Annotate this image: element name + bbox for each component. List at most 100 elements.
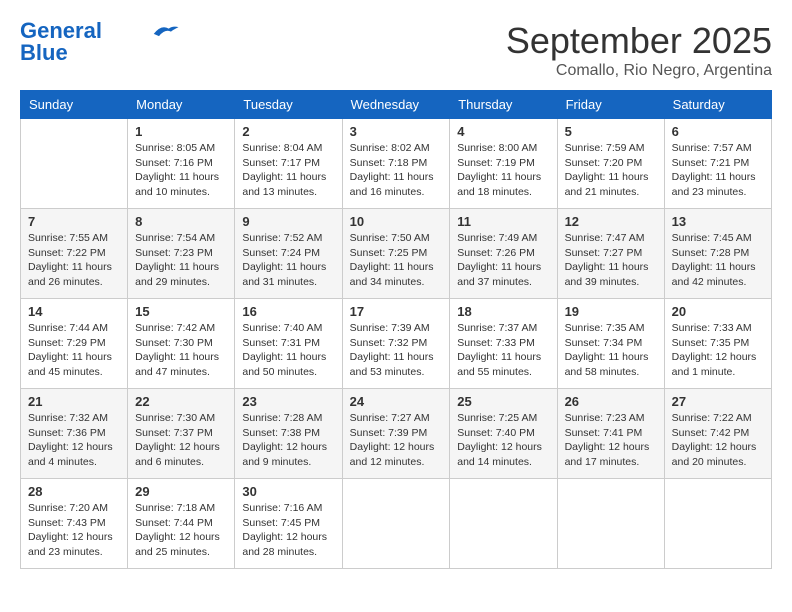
- day-info: Sunrise: 7:32 AM Sunset: 7:36 PM Dayligh…: [28, 411, 120, 470]
- day-number: 2: [242, 124, 334, 139]
- calendar-cell: 28 Sunrise: 7:20 AM Sunset: 7:43 PM Dayli…: [21, 479, 128, 569]
- calendar-cell: 7 Sunrise: 7:55 AM Sunset: 7:22 PM Daylig…: [21, 209, 128, 299]
- day-info: Sunrise: 7:47 AM Sunset: 7:27 PM Dayligh…: [565, 231, 657, 290]
- day-info: Sunrise: 7:22 AM Sunset: 7:42 PM Dayligh…: [672, 411, 764, 470]
- day-number: 30: [242, 484, 334, 499]
- day-info: Sunrise: 7:30 AM Sunset: 7:37 PM Dayligh…: [135, 411, 227, 470]
- day-info: Sunrise: 7:59 AM Sunset: 7:20 PM Dayligh…: [565, 141, 657, 200]
- calendar-header-friday: Friday: [557, 91, 664, 119]
- calendar-cell: 29Sunrise: 7:18 AM Sunset: 7:44 PM Dayli…: [128, 479, 235, 569]
- calendar-cell: 21 Sunrise: 7:32 AM Sunset: 7:36 PM Dayli…: [21, 389, 128, 479]
- logo-bird-icon: [150, 22, 180, 42]
- calendar-cell: 11 Sunrise: 7:49 AM Sunset: 7:26 PM Dayli…: [450, 209, 557, 299]
- day-number: 25: [457, 394, 549, 409]
- day-number: 8: [135, 214, 227, 229]
- day-info: Sunrise: 7:54 AM Sunset: 7:23 PM Dayligh…: [135, 231, 227, 290]
- day-number: 14: [28, 304, 120, 319]
- calendar-cell: [21, 119, 128, 209]
- calendar-week-3: 14Sunrise: 7:44 AM Sunset: 7:29 PM Dayli…: [21, 299, 772, 389]
- calendar-header-tuesday: Tuesday: [235, 91, 342, 119]
- day-number: 5: [565, 124, 657, 139]
- day-info: Sunrise: 7:25 AM Sunset: 7:40 PM Dayligh…: [457, 411, 549, 470]
- calendar-cell: [664, 479, 771, 569]
- day-number: 21: [28, 394, 120, 409]
- calendar-cell: 15 Sunrise: 7:42 AM Sunset: 7:30 PM Dayli…: [128, 299, 235, 389]
- day-info: Sunrise: 7:27 AM Sunset: 7:39 PM Dayligh…: [350, 411, 443, 470]
- calendar-cell: 20 Sunrise: 7:33 AM Sunset: 7:35 PM Dayli…: [664, 299, 771, 389]
- logo: General Blue: [20, 20, 180, 64]
- calendar-cell: 24 Sunrise: 7:27 AM Sunset: 7:39 PM Dayli…: [342, 389, 450, 479]
- day-number: 10: [350, 214, 443, 229]
- day-info: Sunrise: 7:45 AM Sunset: 7:28 PM Dayligh…: [672, 231, 764, 290]
- day-info: Sunrise: 7:40 AM Sunset: 7:31 PM Dayligh…: [242, 321, 334, 380]
- calendar-header-sunday: Sunday: [21, 91, 128, 119]
- day-number: 28: [28, 484, 120, 499]
- calendar-cell: 6Sunrise: 7:57 AM Sunset: 7:21 PM Daylig…: [664, 119, 771, 209]
- calendar-header-saturday: Saturday: [664, 91, 771, 119]
- calendar-header-row: SundayMondayTuesdayWednesdayThursdayFrid…: [21, 91, 772, 119]
- calendar-cell: 9 Sunrise: 7:52 AM Sunset: 7:24 PM Daylig…: [235, 209, 342, 299]
- calendar-cell: 26 Sunrise: 7:23 AM Sunset: 7:41 PM Dayli…: [557, 389, 664, 479]
- day-info: Sunrise: 8:05 AM Sunset: 7:16 PM Dayligh…: [135, 141, 227, 200]
- calendar-cell: 3 Sunrise: 8:02 AM Sunset: 7:18 PM Daylig…: [342, 119, 450, 209]
- calendar-week-1: 1 Sunrise: 8:05 AM Sunset: 7:16 PM Daylig…: [21, 119, 772, 209]
- logo-blue: Blue: [20, 42, 68, 64]
- calendar-table: SundayMondayTuesdayWednesdayThursdayFrid…: [20, 90, 772, 569]
- day-number: 22: [135, 394, 227, 409]
- day-number: 26: [565, 394, 657, 409]
- calendar-cell: [450, 479, 557, 569]
- calendar-cell: 1 Sunrise: 8:05 AM Sunset: 7:16 PM Daylig…: [128, 119, 235, 209]
- calendar-cell: 12 Sunrise: 7:47 AM Sunset: 7:27 PM Dayli…: [557, 209, 664, 299]
- calendar-cell: 4Sunrise: 8:00 AM Sunset: 7:19 PM Daylig…: [450, 119, 557, 209]
- day-number: 24: [350, 394, 443, 409]
- calendar-header-monday: Monday: [128, 91, 235, 119]
- day-info: Sunrise: 7:28 AM Sunset: 7:38 PM Dayligh…: [242, 411, 334, 470]
- day-number: 15: [135, 304, 227, 319]
- day-number: 13: [672, 214, 764, 229]
- calendar-cell: 25 Sunrise: 7:25 AM Sunset: 7:40 PM Dayli…: [450, 389, 557, 479]
- calendar-cell: 2 Sunrise: 8:04 AM Sunset: 7:17 PM Daylig…: [235, 119, 342, 209]
- day-info: Sunrise: 7:23 AM Sunset: 7:41 PM Dayligh…: [565, 411, 657, 470]
- day-info: Sunrise: 7:37 AM Sunset: 7:33 PM Dayligh…: [457, 321, 549, 380]
- location-subtitle: Comallo, Rio Negro, Argentina: [506, 62, 772, 80]
- day-info: Sunrise: 7:50 AM Sunset: 7:25 PM Dayligh…: [350, 231, 443, 290]
- calendar-week-5: 28 Sunrise: 7:20 AM Sunset: 7:43 PM Dayli…: [21, 479, 772, 569]
- day-number: 18: [457, 304, 549, 319]
- day-info: Sunrise: 7:52 AM Sunset: 7:24 PM Dayligh…: [242, 231, 334, 290]
- calendar-cell: 5 Sunrise: 7:59 AM Sunset: 7:20 PM Daylig…: [557, 119, 664, 209]
- calendar-cell: 13 Sunrise: 7:45 AM Sunset: 7:28 PM Dayli…: [664, 209, 771, 299]
- calendar-cell: 17Sunrise: 7:39 AM Sunset: 7:32 PM Dayli…: [342, 299, 450, 389]
- day-number: 19: [565, 304, 657, 319]
- day-number: 27: [672, 394, 764, 409]
- day-info: Sunrise: 7:20 AM Sunset: 7:43 PM Dayligh…: [28, 501, 120, 560]
- day-info: Sunrise: 7:55 AM Sunset: 7:22 PM Dayligh…: [28, 231, 120, 290]
- logo-text: General: [20, 20, 102, 42]
- day-info: Sunrise: 7:42 AM Sunset: 7:30 PM Dayligh…: [135, 321, 227, 380]
- day-number: 3: [350, 124, 443, 139]
- day-number: 16: [242, 304, 334, 319]
- calendar-cell: 23 Sunrise: 7:28 AM Sunset: 7:38 PM Dayli…: [235, 389, 342, 479]
- day-number: 20: [672, 304, 764, 319]
- calendar-cell: [557, 479, 664, 569]
- day-number: 11: [457, 214, 549, 229]
- calendar-cell: 19 Sunrise: 7:35 AM Sunset: 7:34 PM Dayli…: [557, 299, 664, 389]
- day-number: 23: [242, 394, 334, 409]
- calendar-header-wednesday: Wednesday: [342, 91, 450, 119]
- calendar-cell: 14Sunrise: 7:44 AM Sunset: 7:29 PM Dayli…: [21, 299, 128, 389]
- day-info: Sunrise: 7:35 AM Sunset: 7:34 PM Dayligh…: [565, 321, 657, 380]
- day-info: Sunrise: 8:04 AM Sunset: 7:17 PM Dayligh…: [242, 141, 334, 200]
- calendar-week-2: 7 Sunrise: 7:55 AM Sunset: 7:22 PM Daylig…: [21, 209, 772, 299]
- day-info: Sunrise: 7:49 AM Sunset: 7:26 PM Dayligh…: [457, 231, 549, 290]
- day-info: Sunrise: 7:33 AM Sunset: 7:35 PM Dayligh…: [672, 321, 764, 380]
- day-number: 1: [135, 124, 227, 139]
- day-number: 7: [28, 214, 120, 229]
- day-number: 12: [565, 214, 657, 229]
- calendar-cell: 18 Sunrise: 7:37 AM Sunset: 7:33 PM Dayli…: [450, 299, 557, 389]
- calendar-header-thursday: Thursday: [450, 91, 557, 119]
- day-number: 9: [242, 214, 334, 229]
- month-title: September 2025: [506, 20, 772, 62]
- calendar-cell: [342, 479, 450, 569]
- day-info: Sunrise: 8:02 AM Sunset: 7:18 PM Dayligh…: [350, 141, 443, 200]
- calendar-cell: 30Sunrise: 7:16 AM Sunset: 7:45 PM Dayli…: [235, 479, 342, 569]
- calendar-cell: 27 Sunrise: 7:22 AM Sunset: 7:42 PM Dayli…: [664, 389, 771, 479]
